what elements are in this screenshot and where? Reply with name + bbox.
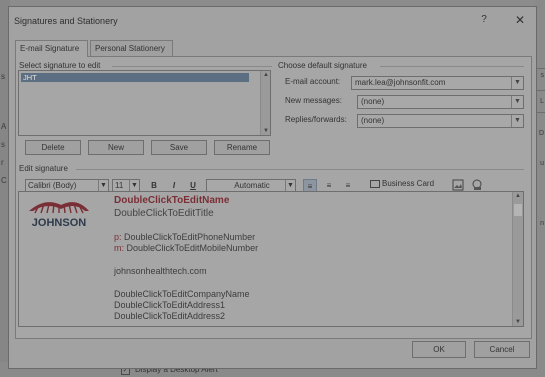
divider	[112, 66, 272, 67]
signature-title: DoubleClickToEditTitle	[114, 208, 214, 219]
bg-right-text: u	[540, 160, 544, 167]
replies-select[interactable]: (none) ▼	[357, 114, 524, 128]
business-card-label: Business Card	[382, 179, 435, 188]
tab-email-signature[interactable]: E-mail Signature	[15, 40, 88, 57]
bg-letter: s	[1, 140, 5, 149]
new-messages-label: New messages:	[285, 96, 342, 105]
replies-label: Replies/forwards:	[285, 115, 347, 124]
select-signature-label: Select signature to edit	[19, 61, 101, 70]
scroll-down-icon[interactable]: ▼	[262, 128, 270, 134]
editor-scrollbar[interactable]: ▲ ▼	[512, 192, 523, 326]
scroll-thumb[interactable]	[514, 204, 522, 216]
scroll-up-icon[interactable]: ▲	[262, 72, 270, 78]
scroll-up-icon[interactable]: ▲	[514, 193, 522, 199]
mobile-prefix: m:	[114, 243, 124, 253]
new-messages-select[interactable]: (none) ▼	[357, 95, 524, 109]
divider	[76, 169, 524, 170]
email-account-label: E-mail account:	[285, 77, 341, 86]
chevron-down-icon[interactable]: ▼	[511, 77, 523, 89]
bg-right-text: n	[540, 220, 544, 227]
font-value: Calibri (Body)	[28, 181, 77, 190]
email-account-value: mark.lea@johnsonfit.com	[355, 78, 446, 87]
bg-letter: r	[1, 158, 4, 167]
signature-company: DoubleClickToEditCompanyName	[114, 289, 250, 299]
bg-right-text: s	[540, 72, 545, 79]
divider	[380, 66, 524, 67]
bg-letter: C	[1, 176, 7, 185]
cancel-button[interactable]: Cancel	[474, 341, 530, 358]
new-messages-value: (none)	[361, 97, 385, 106]
bg-letter: s	[1, 72, 5, 81]
list-item[interactable]: JHT	[21, 73, 249, 82]
email-account-select[interactable]: mark.lea@johnsonfit.com ▼	[351, 76, 524, 90]
signature-mobile: DoubleClickToEditMobileNumber	[126, 243, 259, 253]
default-signature-label: Choose default signature	[278, 61, 367, 70]
list-scrollbar[interactable]: ▲ ▼	[260, 71, 270, 135]
chevron-down-icon[interactable]: ▼	[511, 96, 523, 108]
bg-right-text: L	[540, 98, 544, 105]
logo-text: JOHNSON	[32, 217, 86, 229]
font-size-value: 11	[115, 181, 124, 190]
signature-name: DoubleClickToEditName	[114, 195, 230, 206]
dialog-titlebar: Signatures and Stationery ? ✕	[9, 7, 536, 35]
bg-letter: A	[1, 122, 7, 131]
save-button[interactable]: Save	[151, 140, 207, 155]
tab-personal-stationery[interactable]: Personal Stationery	[90, 40, 173, 56]
signature-phone-line: p: DoubleClickToEditPhoneNumber	[114, 232, 255, 242]
phone-prefix: p:	[114, 232, 122, 242]
bg-right-text: D	[538, 130, 544, 137]
ok-button[interactable]: OK	[412, 341, 466, 358]
signature-mobile-line: m: DoubleClickToEditMobileNumber	[114, 243, 258, 253]
font-color-value: Automatic	[234, 181, 270, 190]
new-button[interactable]: New	[88, 140, 144, 155]
delete-button[interactable]: Delete	[25, 140, 81, 155]
rename-button[interactable]: Rename	[214, 140, 270, 155]
close-button[interactable]: ✕	[512, 13, 528, 29]
replies-value: (none)	[361, 116, 385, 125]
edit-signature-label: Edit signature	[19, 164, 68, 173]
signature-address1: DoubleClickToEditAddress1	[114, 300, 226, 310]
dialog-title: Signatures and Stationery	[14, 16, 118, 26]
signature-list[interactable]: JHT ▲ ▼	[18, 70, 271, 136]
signature-editor[interactable]: JOHNSON DoubleClickToEditName DoubleClic…	[18, 191, 524, 327]
chevron-down-icon[interactable]: ▼	[511, 115, 523, 127]
business-card-icon	[370, 179, 380, 188]
signature-address2: DoubleClickToEditAddress2	[114, 311, 226, 321]
johnson-logo: JOHNSON	[29, 202, 89, 229]
help-button[interactable]: ?	[477, 14, 491, 28]
signature-phone: DoubleClickToEditPhoneNumber	[124, 232, 256, 242]
signature-website: johnsonhealthtech.com	[114, 266, 207, 276]
scroll-down-icon[interactable]: ▼	[514, 319, 522, 325]
